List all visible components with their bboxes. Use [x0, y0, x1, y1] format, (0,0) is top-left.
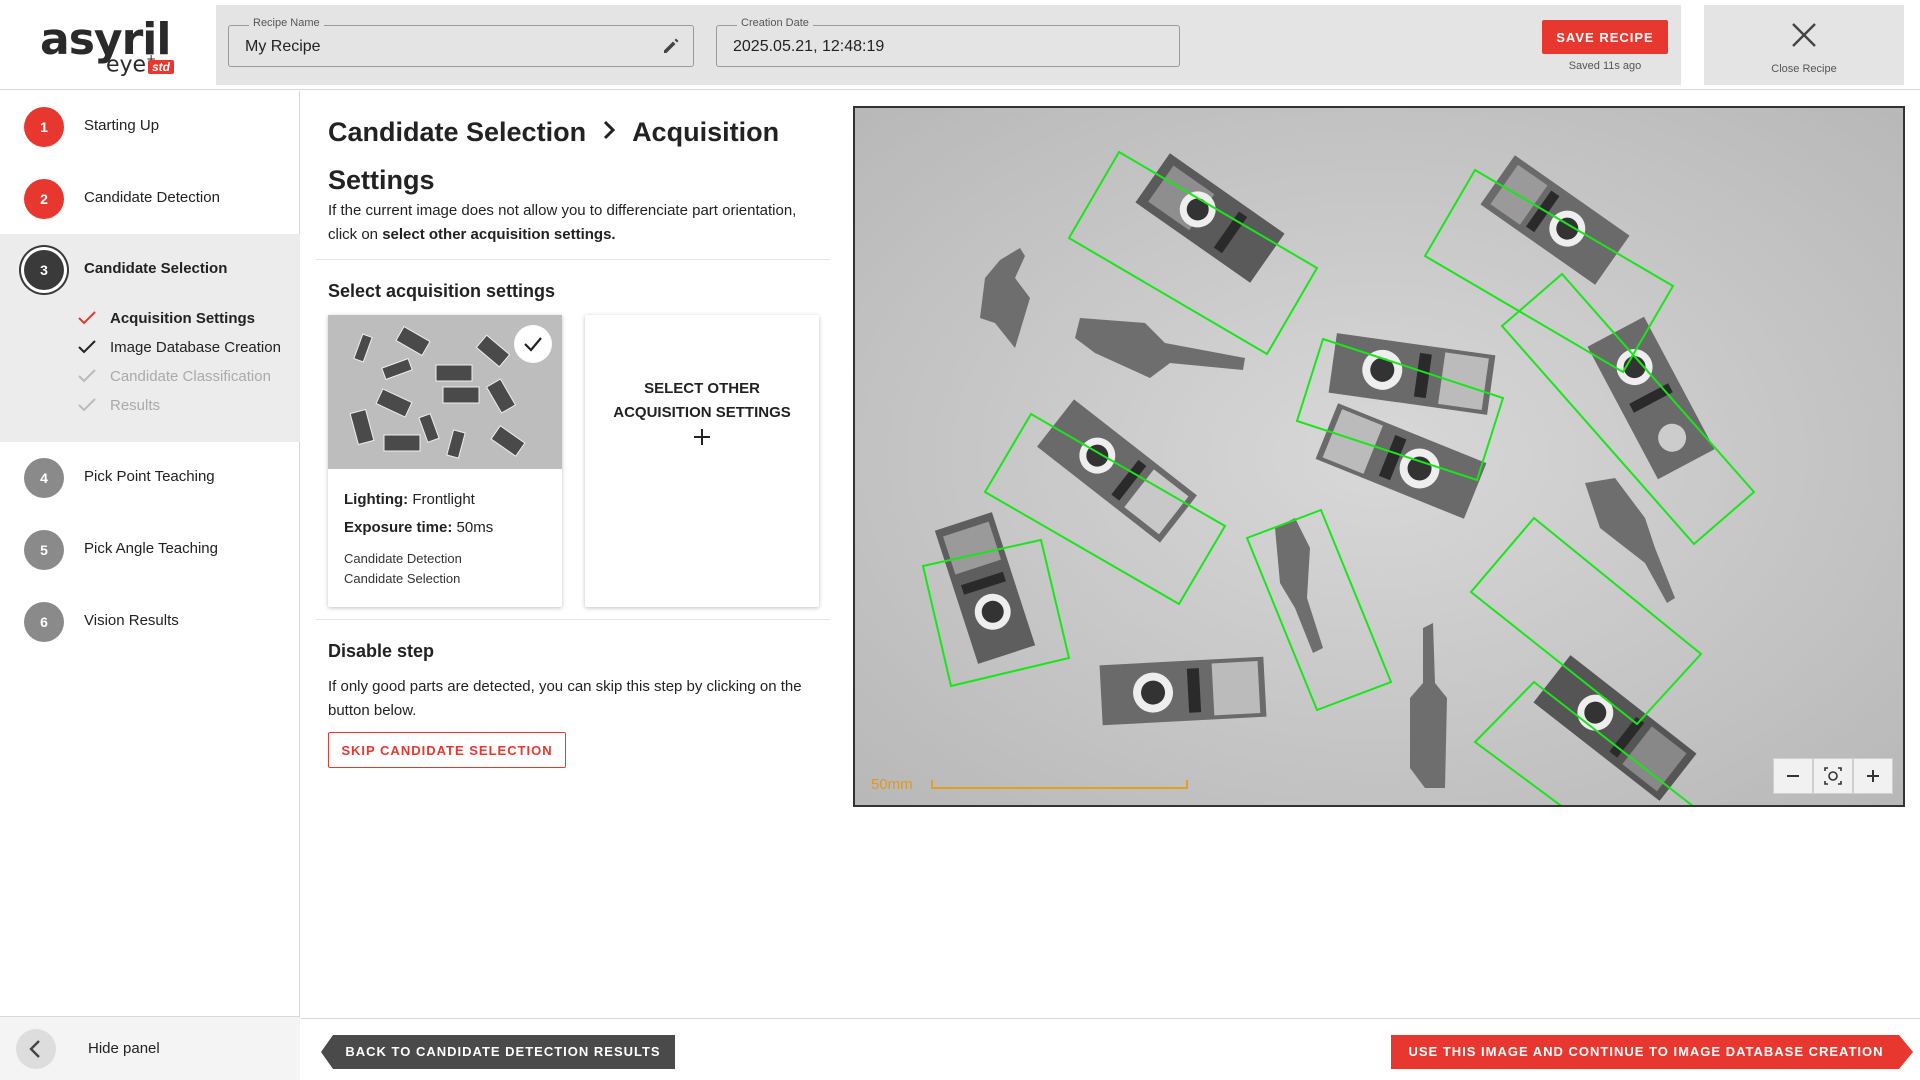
chevron-left-icon	[16, 1029, 56, 1069]
image-viewer[interactable]: 50mm	[853, 106, 1905, 807]
recipe-name-field[interactable]: Recipe Name My Recipe	[228, 17, 694, 67]
select-other-settings-label: SELECT OTHER ACQUISITION SETTINGS	[613, 380, 791, 421]
creation-date-value: 2025.05.21, 12:48:19	[733, 38, 885, 55]
step-number: 3	[24, 250, 64, 290]
step-label: Vision Results	[84, 612, 179, 629]
zoom-in-button[interactable]	[1853, 758, 1893, 794]
substep-label: Candidate Classification	[110, 368, 271, 385]
select-settings-heading: Select acquisition settings	[328, 281, 556, 301]
back-button-label: BACK TO CANDIDATE DETECTION RESULTS	[345, 1044, 661, 1059]
sidebar-step-pick-point-teaching[interactable]: 4 Pick Point Teaching	[0, 442, 300, 514]
lighting-value: Frontlight	[412, 491, 475, 508]
select-other-settings-card[interactable]: SELECT OTHER ACQUISITION SETTINGS	[585, 315, 819, 607]
plus-icon	[692, 427, 712, 447]
checkmark-icon	[78, 397, 96, 413]
substep-label: Image Database Creation	[110, 339, 281, 356]
exposure-row: Exposure time: 50ms	[344, 519, 493, 536]
intro-text: If the current image does not allow you …	[328, 199, 828, 247]
creation-date-label: Creation Date	[737, 17, 813, 29]
step-number: 4	[24, 458, 64, 498]
step-label: Candidate Detection	[84, 189, 220, 206]
skip-candidate-selection-button[interactable]: SKIP CANDIDATE SELECTION	[328, 732, 566, 768]
divider	[316, 619, 830, 620]
checkmark-icon	[78, 368, 96, 384]
step-label: Starting Up	[84, 117, 160, 134]
sidebar-step-starting-up[interactable]: 1 Starting Up	[0, 91, 300, 163]
step-number: 1	[24, 107, 64, 147]
step-label: Candidate Selection	[84, 260, 228, 277]
sidebar-step-candidate-detection[interactable]: 2 Candidate Detection	[0, 163, 300, 235]
zoom-fit-button[interactable]	[1813, 758, 1853, 794]
exposure-value: 50ms	[456, 519, 494, 536]
disable-step-text: If only good parts are detected, you can…	[328, 678, 802, 719]
used-in-2: Candidate Selection	[344, 571, 461, 586]
app-header: asyril eye+ std Recipe Name My Recipe Cr…	[0, 0, 1920, 90]
hide-panel-button[interactable]: Hide panel	[0, 1016, 300, 1080]
disable-step-heading: Disable step	[328, 641, 435, 661]
step-label: Pick Point Teaching	[84, 468, 215, 485]
acquisition-thumbnail	[328, 315, 562, 469]
camera-image	[855, 108, 1903, 805]
step-number: 6	[24, 602, 64, 642]
step-label: Pick Angle Teaching	[84, 540, 218, 557]
checkmark-icon	[78, 339, 96, 355]
save-recipe-button[interactable]: SAVE RECIPE	[1542, 20, 1668, 54]
back-to-detection-results-button[interactable]: BACK TO CANDIDATE DETECTION RESULTS	[321, 1035, 675, 1069]
footer-bar: BACK TO CANDIDATE DETECTION RESULTS USE …	[301, 1018, 1920, 1080]
exposure-label: Exposure time:	[344, 519, 453, 536]
page-title: Candidate Selection Acquisition Settings	[328, 109, 828, 203]
chevron-right-icon	[596, 111, 622, 157]
recipe-info-panel: Recipe Name My Recipe Creation Date 2025…	[216, 5, 1681, 85]
recipe-name-value: My Recipe	[245, 38, 321, 55]
divider	[316, 259, 830, 260]
checkmark-icon	[78, 310, 96, 326]
substep-label: Acquisition Settings	[110, 310, 256, 327]
acquisition-settings-card-selected[interactable]: Lighting: Frontlight Exposure time: 50ms…	[328, 315, 562, 607]
close-icon	[1788, 19, 1820, 51]
asyril-logo: asyril eye+ std	[40, 14, 190, 78]
scale-bar-label: 50mm	[871, 776, 913, 793]
intro-text-bold: select other acquisition settings.	[382, 226, 616, 243]
sidebar-step-pick-angle-teaching[interactable]: 5 Pick Angle Teaching	[0, 514, 300, 586]
close-recipe-label: Close Recipe	[1771, 63, 1837, 75]
lighting-label: Lighting:	[344, 491, 409, 508]
pencil-icon[interactable]	[661, 36, 681, 56]
step-number: 2	[24, 179, 64, 219]
use-image-and-continue-button[interactable]: USE THIS IMAGE AND CONTINUE TO IMAGE DAT…	[1391, 1035, 1913, 1069]
used-in-1: Candidate Detection	[344, 551, 462, 566]
active-step-header: 3 Candidate Selection	[0, 234, 300, 306]
lighting-row: Lighting: Frontlight	[344, 491, 475, 508]
substep-label: Results	[110, 397, 161, 414]
zoom-out-button[interactable]	[1773, 758, 1813, 794]
next-button-label: USE THIS IMAGE AND CONTINUE TO IMAGE DAT…	[1408, 1044, 1884, 1059]
sidebar-step-vision-results[interactable]: 6 Vision Results	[0, 586, 300, 658]
saved-status: Saved 11s ago	[1568, 60, 1642, 72]
close-recipe-button[interactable]: Close Recipe	[1704, 5, 1904, 85]
creation-date-field[interactable]: Creation Date 2025.05.21, 12:48:19	[716, 17, 1180, 67]
recipe-name-label: Recipe Name	[249, 17, 324, 29]
logo-badge: std	[148, 60, 174, 74]
steps-sidebar: 1 Starting Up 2 Candidate Detection 3 Ca…	[0, 91, 300, 1080]
title-part-1: Candidate Selection	[328, 117, 587, 147]
step-number: 5	[24, 530, 64, 570]
checkmark-icon	[514, 325, 552, 363]
hide-panel-label: Hide panel	[88, 1040, 160, 1057]
sidebar-step-candidate-selection[interactable]: 3 Candidate Selection Acquisition Settin…	[0, 234, 300, 442]
